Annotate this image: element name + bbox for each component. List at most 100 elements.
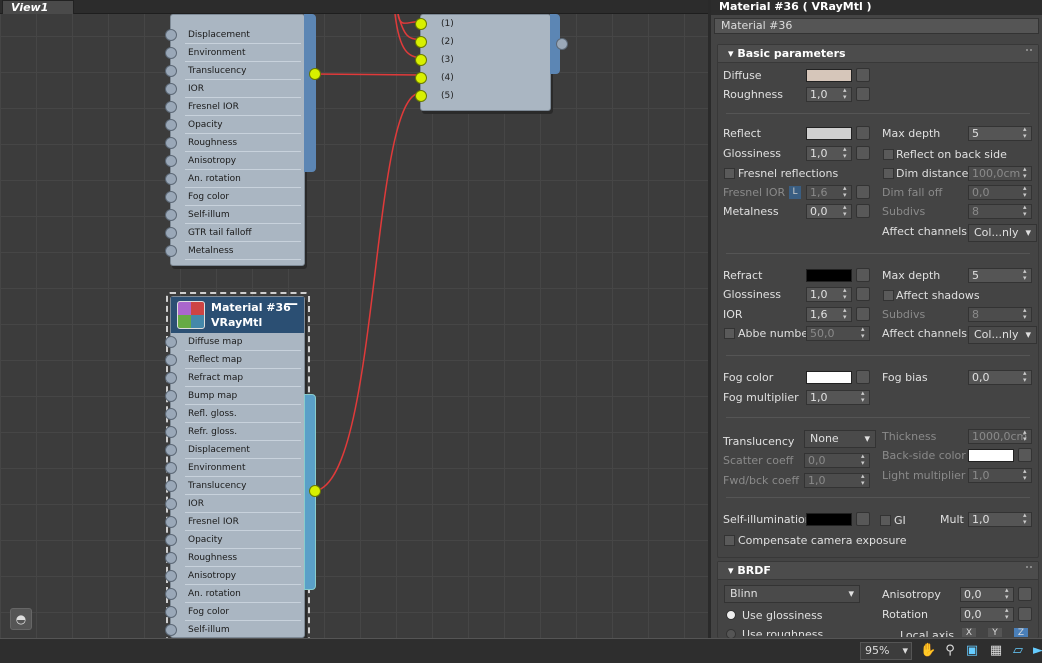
map-rotation[interactable]	[1018, 607, 1032, 621]
socket-row[interactable]: Environment	[165, 44, 304, 62]
input-socket[interactable]	[165, 462, 177, 474]
spinner-glossiness[interactable]: 1,0	[806, 146, 852, 161]
spinner-dim-falloff[interactable]: 0,0	[968, 185, 1032, 200]
connected-socket[interactable]	[415, 72, 427, 84]
socket-row[interactable]: Diffuse map	[165, 333, 304, 351]
spinner-refract-subdivs[interactable]: 8	[968, 307, 1032, 322]
node-multi-output-socket[interactable]	[556, 38, 568, 50]
pan-hand-icon[interactable]: ✋	[920, 643, 936, 659]
map-fog[interactable]	[856, 370, 870, 384]
map-selfillum[interactable]	[856, 512, 870, 526]
checkbox-affect-shadows[interactable]	[883, 290, 894, 301]
input-socket[interactable]	[165, 426, 177, 438]
spinner-refract-max-depth[interactable]: 5	[968, 268, 1032, 283]
zoom-extents-icon[interactable]: ▦	[988, 643, 1004, 659]
axis-x-button[interactable]: X	[962, 628, 976, 638]
socket-row[interactable]: Opacity	[165, 531, 304, 549]
input-socket[interactable]	[165, 155, 177, 167]
socket-row[interactable]: An. rotation	[165, 170, 304, 188]
map-ior[interactable]	[856, 307, 870, 321]
node-material-header[interactable]: Material #36 VRayMtl —	[171, 297, 304, 333]
checkbox-reflect-back[interactable]	[883, 149, 894, 160]
input-socket[interactable]	[165, 498, 177, 510]
view-tab[interactable]: View1	[2, 0, 74, 14]
map-roughness[interactable]	[856, 87, 870, 101]
map-refract-glossiness[interactable]	[856, 287, 870, 301]
spinner-metalness[interactable]: 0,0	[806, 204, 852, 219]
input-socket[interactable]	[165, 480, 177, 492]
map-refract[interactable]	[856, 268, 870, 282]
connected-socket[interactable]	[415, 54, 427, 66]
socket-row[interactable]: Self-illum	[165, 206, 304, 224]
input-socket[interactable]	[165, 47, 177, 59]
connected-socket[interactable]	[415, 36, 427, 48]
section-basic-header[interactable]: ▾ Basic parameters	[718, 45, 1038, 63]
map-glossiness[interactable]	[856, 146, 870, 160]
map-reflect[interactable]	[856, 126, 870, 140]
zoom-region-icon[interactable]: ▣	[964, 643, 980, 659]
dropdown-brdf-type[interactable]: Blinn	[724, 585, 860, 603]
axis-y-button[interactable]: Y	[988, 628, 1002, 638]
spinner-light-mult[interactable]: 1,0	[968, 468, 1032, 483]
multi-socket-row[interactable]: (5)	[415, 87, 550, 105]
socket-row[interactable]: Fresnel IOR	[165, 98, 304, 116]
swatch-selfillum[interactable]	[806, 513, 852, 526]
multi-socket-row[interactable]: (1)	[415, 15, 550, 33]
checkbox-compensate[interactable]	[724, 535, 735, 546]
input-socket[interactable]	[165, 606, 177, 618]
socket-row[interactable]: Fresnel IOR	[165, 513, 304, 531]
socket-row[interactable]: Roughness	[165, 549, 304, 567]
socket-row[interactable]: Fog color	[165, 188, 304, 206]
node-multi-input[interactable]: (1) (2) (3) (4) (5)	[415, 14, 551, 111]
input-socket[interactable]	[165, 516, 177, 528]
input-socket[interactable]	[165, 534, 177, 546]
collapse-icon[interactable]: —	[284, 297, 298, 312]
socket-row[interactable]: Anisotropy	[165, 152, 304, 170]
swatch-refract[interactable]	[806, 269, 852, 282]
socket-row[interactable]: Roughness	[165, 134, 304, 152]
spinner-subdivs[interactable]: 8	[968, 204, 1032, 219]
spinner-roughness[interactable]: 1,0	[806, 87, 852, 102]
input-socket[interactable]	[165, 570, 177, 582]
spinner-ior[interactable]: 1,6	[806, 307, 852, 322]
spinner-fog-multiplier[interactable]: 1,0	[806, 390, 870, 405]
swatch-reflect[interactable]	[806, 127, 852, 140]
spinner-max-depth[interactable]: 5	[968, 126, 1032, 141]
checkbox-abbe[interactable]	[724, 328, 735, 339]
input-socket[interactable]	[165, 65, 177, 77]
zoom-selected-icon[interactable]: ▱	[1010, 643, 1026, 659]
input-socket[interactable]	[165, 137, 177, 149]
input-socket[interactable]	[165, 408, 177, 420]
socket-row[interactable]: Self-illum	[165, 621, 304, 638]
spinner-rotation[interactable]: 0,0	[960, 607, 1014, 622]
multi-socket-row[interactable]: (2)	[415, 33, 550, 51]
socket-row[interactable]: Translucency	[165, 477, 304, 495]
dropdown-affect-channels[interactable]: Col...nly	[968, 224, 1037, 242]
input-socket[interactable]	[165, 29, 177, 41]
socket-row[interactable]: Refl. gloss.	[165, 405, 304, 423]
socket-row[interactable]: Translucency	[165, 62, 304, 80]
input-socket[interactable]	[165, 227, 177, 239]
spinner-abbe[interactable]: 50,0	[806, 326, 870, 341]
input-socket[interactable]	[165, 83, 177, 95]
input-socket[interactable]	[165, 101, 177, 113]
socket-row[interactable]: GTR tail falloff	[165, 224, 304, 242]
socket-row[interactable]: Anisotropy	[165, 567, 304, 585]
map-diffuse[interactable]	[856, 68, 870, 82]
material-name-input[interactable]: Material #36	[714, 18, 1039, 34]
multi-socket-row[interactable]: (3)	[415, 51, 550, 69]
zoom-dropdown[interactable]: 95%	[860, 642, 912, 660]
node-top-output-socket[interactable]	[309, 68, 321, 80]
socket-row[interactable]: Fog color	[165, 603, 304, 621]
input-socket[interactable]	[165, 354, 177, 366]
swatch-fog[interactable]	[806, 371, 852, 384]
swatch-diffuse[interactable]	[806, 69, 852, 82]
input-socket[interactable]	[165, 245, 177, 257]
socket-row[interactable]: IOR	[165, 495, 304, 513]
spinner-scatter[interactable]: 0,0	[804, 453, 870, 468]
socket-row[interactable]: Refract map	[165, 369, 304, 387]
input-socket[interactable]	[165, 552, 177, 564]
input-socket[interactable]	[165, 588, 177, 600]
map-fresnel-ior[interactable]	[856, 185, 870, 199]
spinner-fog-bias[interactable]: 0,0	[968, 370, 1032, 385]
